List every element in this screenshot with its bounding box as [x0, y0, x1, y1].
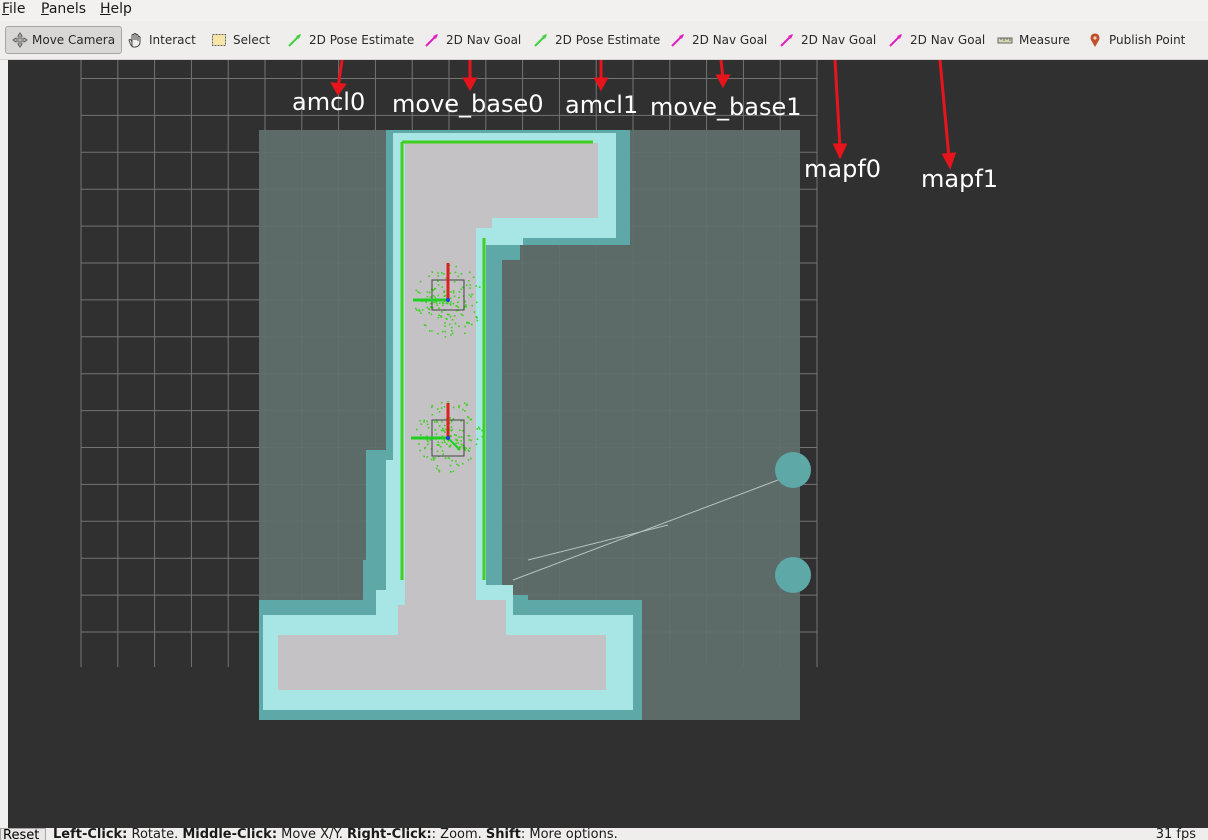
select-box-icon: [211, 32, 229, 48]
left-panel-edge: [0, 60, 8, 828]
magenta-arrow-icon: [888, 32, 906, 48]
label-move-base0: move_base0: [392, 90, 544, 118]
menu-file[interactable]: File: [2, 1, 25, 17]
green-arrow-icon: [287, 32, 305, 48]
menu-panels[interactable]: Panels: [41, 1, 86, 17]
pose-estimate-button-1[interactable]: 2D Pose Estimate: [287, 26, 414, 54]
label-amcl1: amcl1: [565, 91, 639, 119]
publish-point-button[interactable]: Publish Point: [1087, 26, 1185, 54]
nav-goal-button-4[interactable]: 2D Nav Goal: [888, 26, 985, 54]
magenta-arrow-icon: [424, 32, 442, 48]
reset-button[interactable]: Reset: [0, 828, 46, 840]
label-mapf1: mapf1: [921, 165, 999, 193]
move-camera-icon: [12, 32, 28, 48]
pose-estimate-button-2[interactable]: 2D Pose Estimate: [533, 26, 660, 54]
menu-help[interactable]: Help: [100, 1, 132, 17]
select-button[interactable]: Select: [211, 26, 270, 54]
menu-bar: File Panels Help: [0, 0, 1208, 21]
green-arrow-icon: [533, 32, 551, 48]
status-bar: Reset Left-Click: Rotate. Middle-Click: …: [0, 828, 1208, 840]
toolbar: Move Camera Interact Select 2D Pose Esti…: [0, 21, 1208, 60]
label-mapf0: mapf0: [804, 155, 882, 183]
fps-counter: 31 fps: [1155, 828, 1196, 840]
map-canvas: [80, 60, 957, 720]
render-viewport[interactable]: amcl0 move_base0 amcl1 move_base1 mapf0 …: [8, 60, 1208, 828]
label-move-base1: move_base1: [650, 93, 802, 121]
status-hint: Left-Click: Rotate. Middle-Click: Move X…: [53, 828, 618, 840]
measure-button[interactable]: Measure: [997, 26, 1070, 54]
ruler-icon: [997, 32, 1015, 48]
magenta-arrow-icon: [670, 32, 688, 48]
map-pin-icon: [1087, 32, 1105, 48]
nav-goal-button-3[interactable]: 2D Nav Goal: [779, 26, 876, 54]
label-amcl0: amcl0: [292, 88, 366, 116]
nav-goal-button-2[interactable]: 2D Nav Goal: [670, 26, 767, 54]
hand-icon: [127, 32, 145, 48]
interact-button[interactable]: Interact: [127, 26, 196, 54]
magenta-arrow-icon: [779, 32, 797, 48]
move-camera-button[interactable]: Move Camera: [5, 26, 122, 54]
nav-goal-button-1[interactable]: 2D Nav Goal: [424, 26, 521, 54]
